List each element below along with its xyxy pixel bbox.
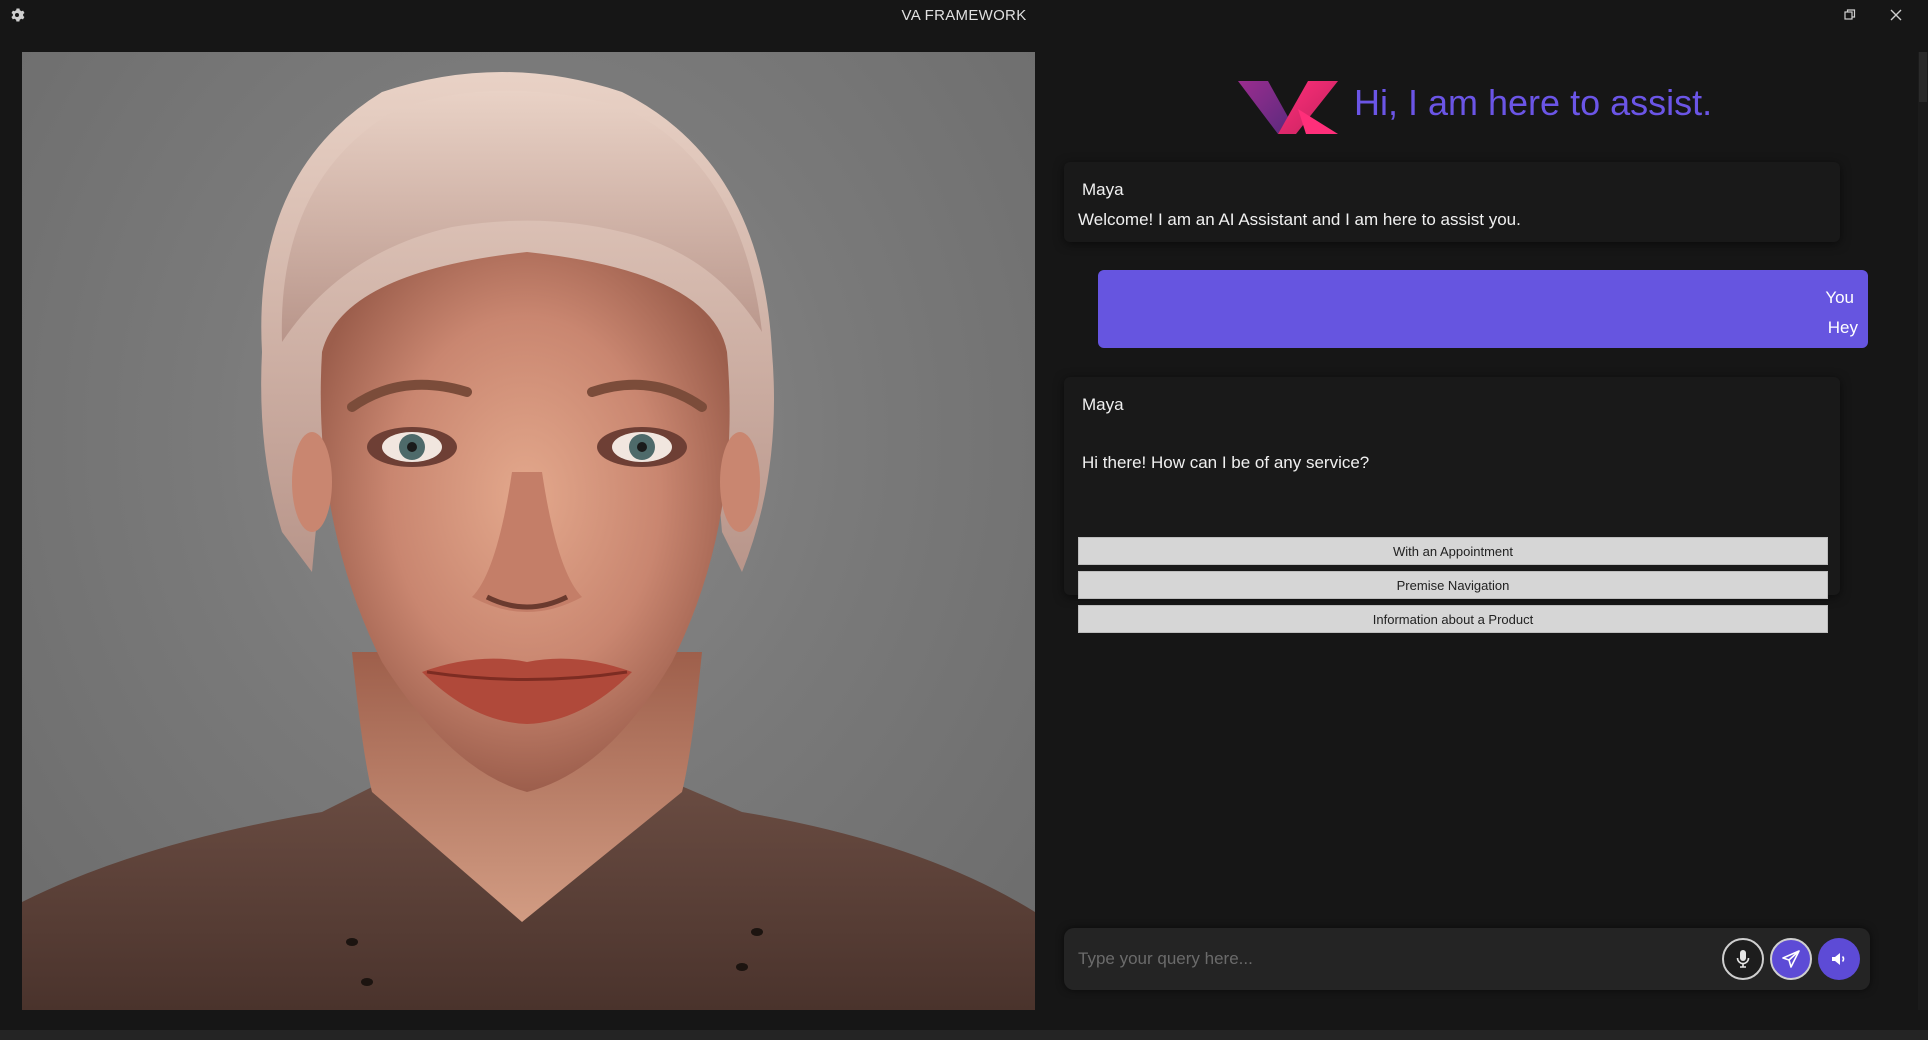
scrollbar-thumb[interactable] bbox=[1919, 52, 1927, 102]
query-input[interactable] bbox=[1078, 942, 1698, 976]
message-text: Hey bbox=[1827, 318, 1858, 337]
bottom-strip bbox=[0, 1030, 1928, 1040]
greeting-heading: Hi, I am here to assist. bbox=[1354, 82, 1713, 123]
message-sender: Maya bbox=[1082, 395, 1124, 414]
chat-header: Hi, I am here to assist. bbox=[1060, 76, 1880, 136]
query-input-bar bbox=[1064, 928, 1870, 990]
message-text: Welcome! I am an AI Assistant and I am h… bbox=[1078, 210, 1521, 229]
title-bar: VA FRAMEWORK bbox=[0, 0, 1928, 31]
send-icon bbox=[1782, 950, 1800, 968]
speaker-button[interactable] bbox=[1818, 938, 1860, 980]
brand-logo bbox=[1238, 79, 1338, 134]
option-navigation-button[interactable]: Premise Navigation bbox=[1078, 571, 1828, 599]
option-product-info-button[interactable]: Information about a Product bbox=[1078, 605, 1828, 633]
microphone-button[interactable] bbox=[1722, 938, 1764, 980]
send-button[interactable] bbox=[1770, 938, 1812, 980]
avatar-viewport bbox=[22, 52, 1035, 1010]
restore-icon[interactable] bbox=[1838, 4, 1862, 26]
speaker-icon bbox=[1832, 953, 1845, 965]
user-message: You Hey bbox=[1098, 270, 1868, 348]
chat-scrollbar[interactable] bbox=[1918, 52, 1928, 1010]
message-sender: You bbox=[1825, 288, 1854, 307]
chat-panel: Hi, I am here to assist. Maya Welcome! I… bbox=[1060, 52, 1880, 1010]
option-appointment-button[interactable]: With an Appointment bbox=[1078, 537, 1828, 565]
microphone-icon bbox=[1736, 950, 1750, 968]
avatar-render bbox=[22, 72, 1035, 1010]
message-sender: Maya bbox=[1082, 180, 1124, 199]
message-text: Hi there! How can I be of any service? bbox=[1082, 453, 1370, 472]
window-title: VA FRAMEWORK bbox=[901, 7, 1027, 24]
close-icon[interactable] bbox=[1884, 4, 1908, 26]
bot-message: Maya Hi there! How can I be of any servi… bbox=[1064, 377, 1840, 633]
bot-message: Maya Welcome! I am an AI Assistant and I… bbox=[1064, 162, 1840, 242]
